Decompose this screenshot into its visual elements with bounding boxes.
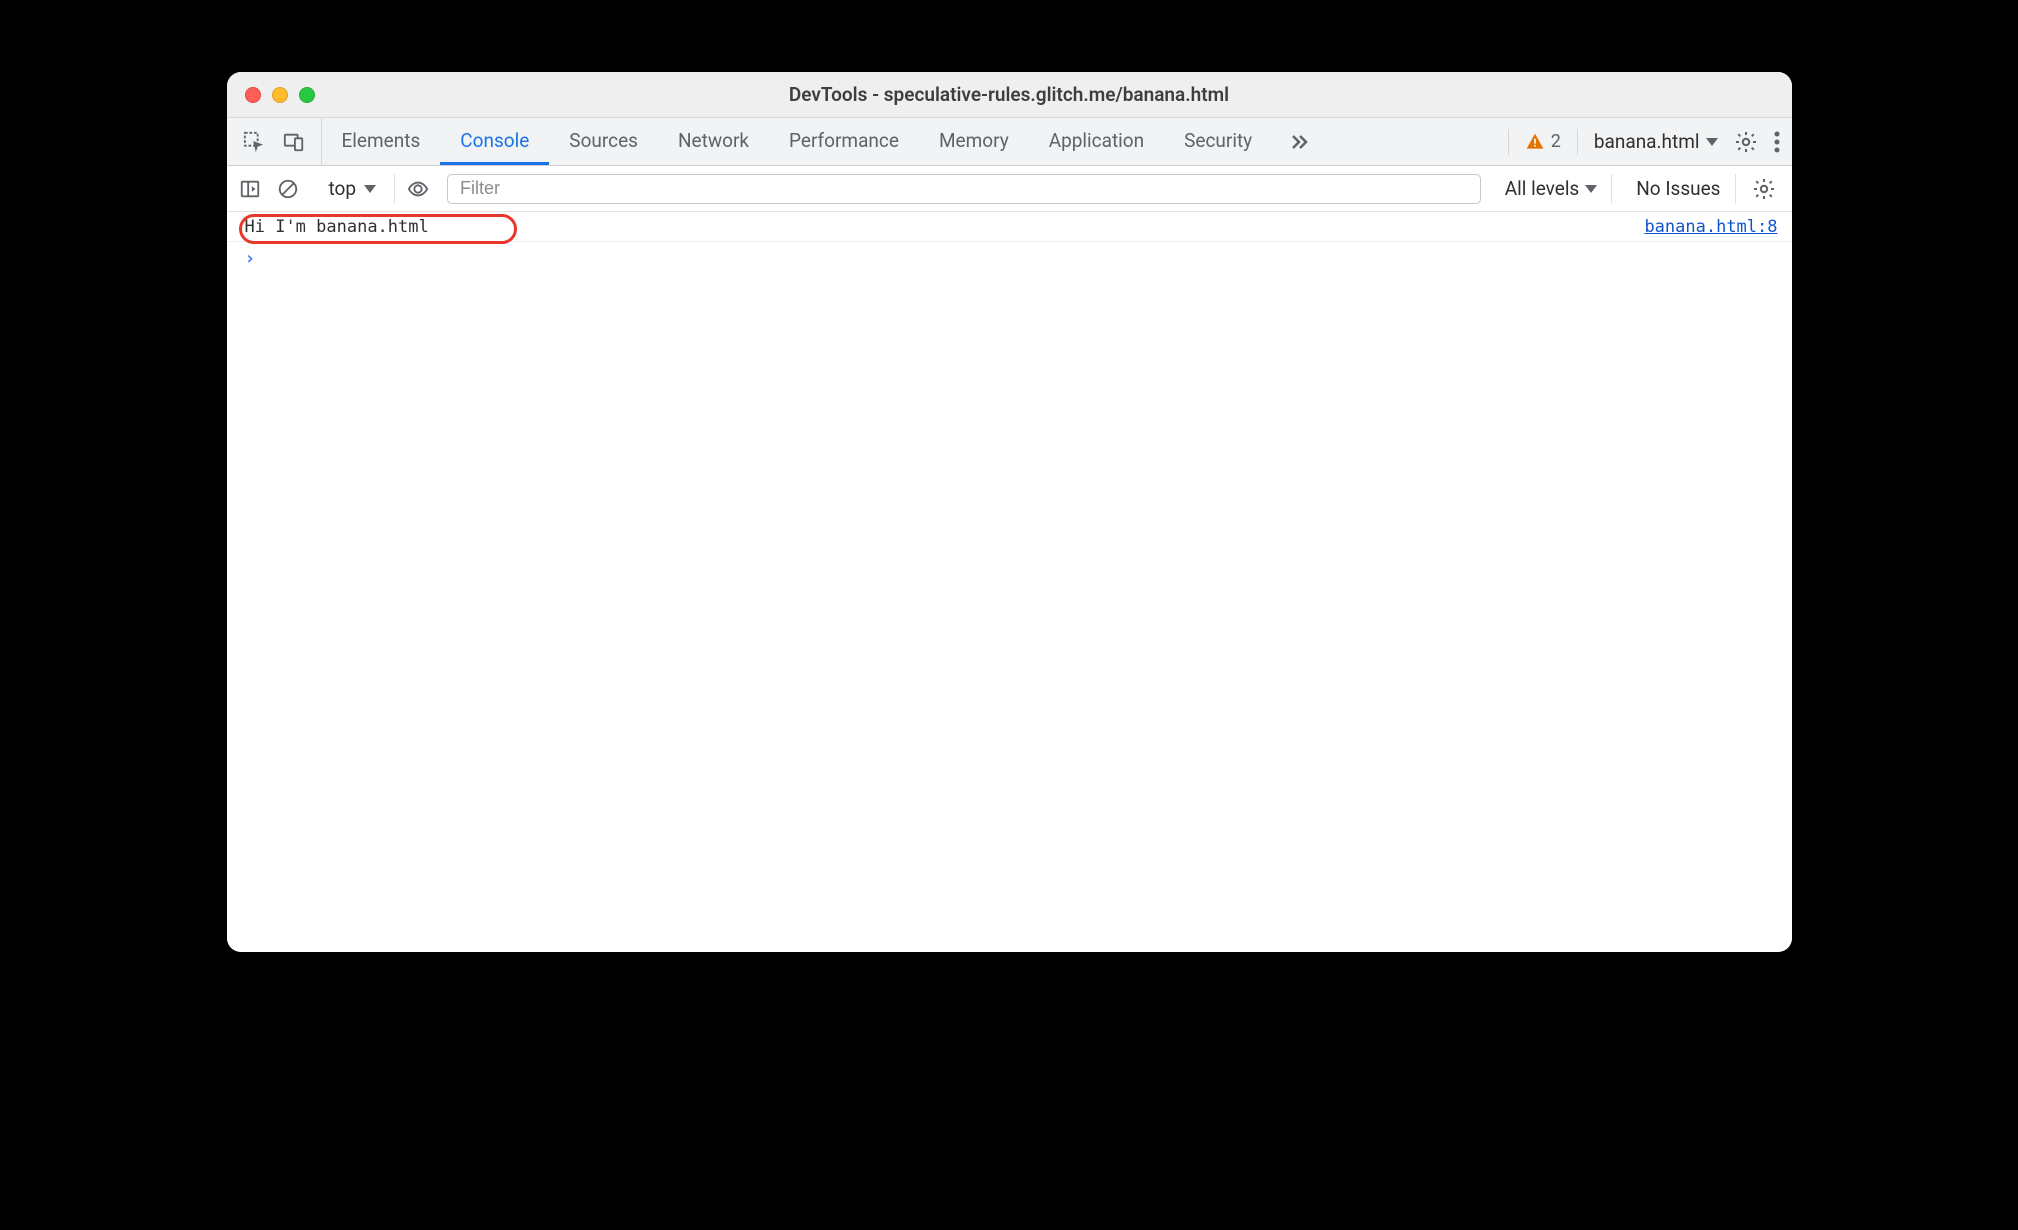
- log-source-link[interactable]: banana.html:8: [1644, 217, 1777, 237]
- toolbar-left-group: [237, 174, 313, 204]
- context-group: top: [323, 174, 396, 204]
- chevron-down-icon: [1585, 185, 1597, 193]
- more-menu-icon[interactable]: [1774, 131, 1780, 153]
- titlebar: DevTools - speculative-rules.glitch.me/b…: [227, 72, 1792, 118]
- frame-selector-label: banana.html: [1594, 130, 1700, 153]
- filter-input[interactable]: [447, 174, 1481, 204]
- tab-sources[interactable]: Sources: [549, 118, 658, 165]
- clear-console-icon[interactable]: [275, 176, 301, 202]
- minimize-button[interactable]: [272, 87, 288, 103]
- chevron-down-icon: [1706, 138, 1718, 146]
- warning-count: 2: [1551, 131, 1561, 152]
- log-levels-selector[interactable]: All levels: [1491, 174, 1613, 204]
- settings-gear-icon[interactable]: [1734, 130, 1758, 154]
- issues-button[interactable]: No Issues: [1622, 174, 1735, 204]
- maximize-button[interactable]: [299, 87, 315, 103]
- console-settings-gear-icon[interactable]: [1746, 177, 1782, 201]
- execution-context-selector[interactable]: top: [323, 177, 383, 200]
- device-toolbar-icon[interactable]: [281, 129, 307, 155]
- tabs-left-icons: [233, 118, 322, 165]
- frame-selector[interactable]: banana.html: [1594, 130, 1718, 153]
- tab-elements[interactable]: Elements: [322, 118, 441, 165]
- chevron-down-icon: [364, 185, 376, 193]
- close-button[interactable]: [245, 87, 261, 103]
- tab-security[interactable]: Security: [1164, 118, 1272, 165]
- warnings-badge[interactable]: 2: [1525, 131, 1561, 152]
- tab-console[interactable]: Console: [440, 118, 549, 165]
- tab-application[interactable]: Application: [1029, 118, 1164, 165]
- window-title: DevTools - speculative-rules.glitch.me/b…: [243, 83, 1776, 106]
- console-prompt-row[interactable]: ›: [227, 242, 1792, 275]
- divider: [1577, 129, 1578, 155]
- console-body: Hi I'm banana.html banana.html:8 ›: [227, 212, 1792, 952]
- inspect-element-icon[interactable]: [241, 129, 267, 155]
- console-log-row: Hi I'm banana.html banana.html:8: [227, 212, 1792, 242]
- panel-tabs: Elements Console Sources Network Perform…: [322, 118, 1273, 165]
- tabs-right-controls: 2 banana.html: [1508, 118, 1792, 165]
- tab-performance[interactable]: Performance: [769, 118, 919, 165]
- live-expression-icon[interactable]: [405, 176, 431, 202]
- more-tabs-icon[interactable]: [1272, 118, 1324, 165]
- toggle-sidebar-icon[interactable]: [237, 176, 263, 202]
- traffic-lights: [245, 87, 315, 103]
- context-label: top: [329, 177, 357, 200]
- tab-memory[interactable]: Memory: [919, 118, 1029, 165]
- issues-label: No Issues: [1636, 177, 1720, 200]
- log-message: Hi I'm banana.html: [245, 217, 429, 237]
- devtools-window: DevTools - speculative-rules.glitch.me/b…: [227, 72, 1792, 952]
- divider: [1508, 129, 1509, 155]
- levels-label: All levels: [1505, 177, 1580, 200]
- prompt-chevron-icon: ›: [245, 248, 256, 269]
- panel-tabs-row: Elements Console Sources Network Perform…: [227, 118, 1792, 166]
- console-toolbar: top All levels No Issues: [227, 166, 1792, 212]
- tab-network[interactable]: Network: [658, 118, 769, 165]
